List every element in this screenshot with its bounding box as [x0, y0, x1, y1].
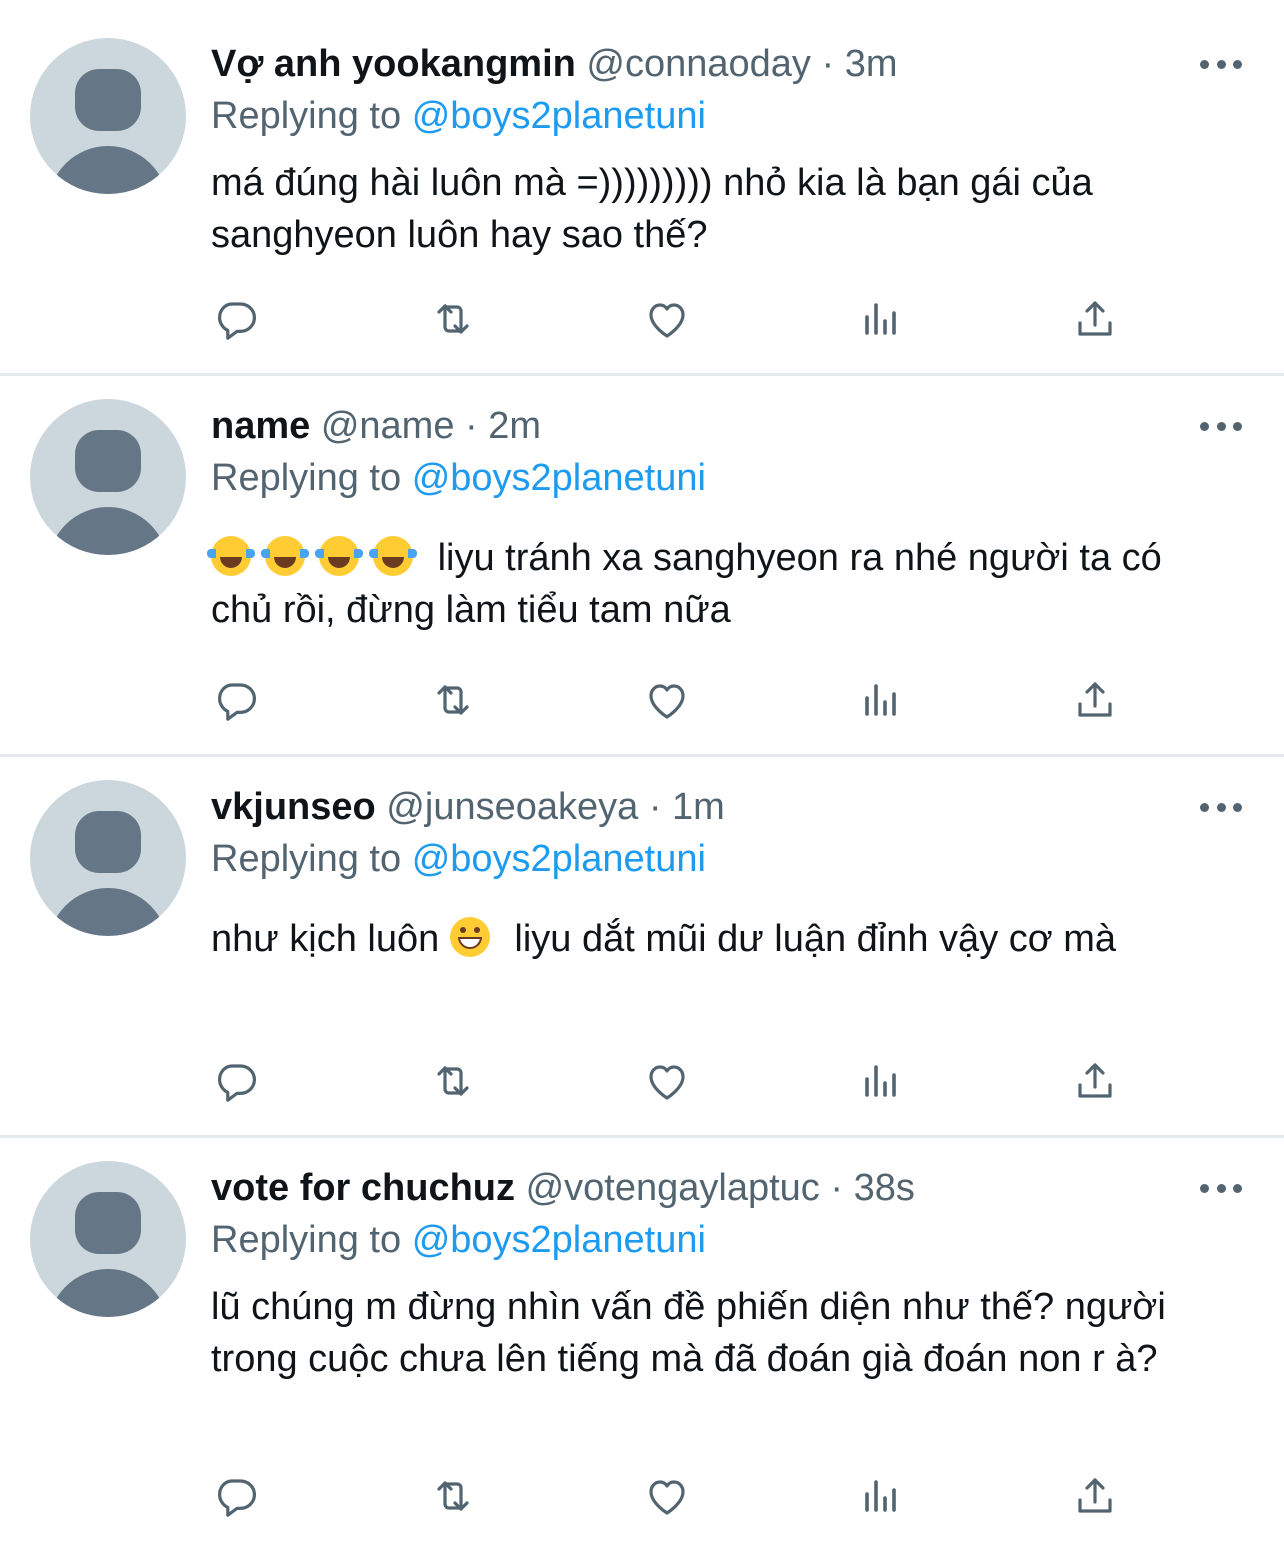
- share-icon[interactable]: [1067, 1468, 1123, 1524]
- tweet-header: Vợ anh yookangmin @connaoday · 3m: [211, 38, 1254, 90]
- tweet-text-part: liyu dắt mũi dư luận đỉnh vậy cơ mà: [514, 918, 1117, 960]
- tweet-header: name @name · 2m: [211, 400, 1254, 452]
- mention-link[interactable]: @boys2planetuni: [412, 838, 706, 880]
- like-icon[interactable]: [639, 1468, 695, 1524]
- more-icon[interactable]: [1200, 58, 1242, 70]
- face-with-tears-of-joy-icon: [315, 536, 363, 576]
- display-name[interactable]: Vợ anh yookangmin: [211, 43, 576, 85]
- timestamp[interactable]: 2m: [488, 405, 541, 447]
- avatar-head: [75, 1192, 141, 1254]
- avatar-head: [75, 430, 141, 492]
- replying-to-label: Replying to: [211, 838, 402, 880]
- face-with-tears-of-joy-icon: [207, 536, 255, 576]
- separator-dot: ·: [648, 786, 662, 828]
- timestamp[interactable]: 38s: [854, 1167, 915, 1209]
- reply-tweet[interactable]: Vợ anh yookangmin @connaoday · 3m Replyi…: [0, 0, 1284, 376]
- face-with-tears-of-joy-icon: [369, 536, 417, 576]
- share-icon[interactable]: [1067, 672, 1123, 728]
- replying-to-label: Replying to: [211, 95, 402, 137]
- action-bar: [211, 672, 1121, 728]
- grinning-face-icon: [449, 917, 490, 957]
- timestamp[interactable]: 1m: [672, 786, 725, 828]
- face-with-tears-of-joy-icon: [261, 536, 309, 576]
- reply-tweet[interactable]: vote for chuchuz @votengaylaptuc · 38s R…: [0, 1138, 1284, 1542]
- replying-to-line: Replying to @boys2planetuni: [211, 452, 1254, 504]
- tweet-text-part: má đúng hài luôn mà =))))))))) nhỏ kia l…: [211, 162, 1093, 256]
- tweet-text: má đúng hài luôn mà =))))))))) nhỏ kia l…: [211, 157, 1231, 261]
- replying-to-label: Replying to: [211, 457, 402, 499]
- user-handle[interactable]: @votengaylaptuc: [526, 1167, 820, 1209]
- avatar-body: [48, 146, 168, 194]
- replying-to-line: Replying to @boys2planetuni: [211, 833, 1254, 885]
- tweet-header: vkjunseo @junseoakeya · 1m: [211, 781, 1254, 833]
- views-icon[interactable]: [853, 1053, 909, 1109]
- tweet-text-part: như kịch luôn: [211, 918, 440, 960]
- tweet-content: vote for chuchuz @votengaylaptuc · 38s R…: [211, 1162, 1254, 1385]
- display-name[interactable]: vkjunseo: [211, 786, 376, 828]
- like-icon[interactable]: [639, 291, 695, 347]
- mention-link[interactable]: @boys2planetuni: [412, 457, 706, 499]
- retweet-icon[interactable]: [425, 1053, 481, 1109]
- reply-icon[interactable]: [209, 672, 265, 728]
- separator-dot: ·: [465, 405, 478, 447]
- reply-icon[interactable]: [209, 291, 265, 347]
- like-icon[interactable]: [639, 1053, 695, 1109]
- replying-to-label: Replying to: [211, 1219, 402, 1261]
- avatar-body: [48, 507, 168, 555]
- replying-to-line: Replying to @boys2planetuni: [211, 90, 1254, 142]
- share-icon[interactable]: [1067, 1053, 1123, 1109]
- default-avatar-icon[interactable]: [30, 38, 186, 194]
- action-bar: [211, 1053, 1121, 1109]
- tweet-text-part: lũ chúng m đừng nhìn vấn đề phiến diện n…: [211, 1286, 1166, 1380]
- like-icon[interactable]: [639, 672, 695, 728]
- reply-icon[interactable]: [209, 1053, 265, 1109]
- display-name[interactable]: name: [211, 405, 310, 447]
- replying-to-line: Replying to @boys2planetuni: [211, 1214, 1254, 1266]
- tweet-header: vote for chuchuz @votengaylaptuc · 38s: [211, 1162, 1254, 1214]
- tweet-content: vkjunseo @junseoakeya · 1m Replying to @…: [211, 781, 1254, 965]
- more-icon[interactable]: [1200, 1182, 1242, 1194]
- tweet-text: liyu tránh xa sanghyeon ra nhé người ta …: [207, 532, 1231, 636]
- tweet-content: name @name · 2m Replying to @boys2planet…: [207, 400, 1254, 636]
- default-avatar-icon[interactable]: [30, 399, 186, 555]
- default-avatar-icon[interactable]: [30, 780, 186, 936]
- more-icon[interactable]: [1200, 801, 1242, 813]
- separator-dot: ·: [830, 1167, 844, 1209]
- default-avatar-icon[interactable]: [30, 1161, 186, 1317]
- tweet-content: Vợ anh yookangmin @connaoday · 3m Replyi…: [211, 38, 1254, 261]
- avatar-body: [48, 888, 168, 936]
- reply-feed: Vợ anh yookangmin @connaoday · 3m Replyi…: [0, 0, 1284, 1542]
- views-icon[interactable]: [853, 672, 909, 728]
- action-bar: [211, 291, 1121, 347]
- retweet-icon[interactable]: [425, 672, 481, 728]
- user-handle[interactable]: @junseoakeya: [386, 786, 638, 828]
- views-icon[interactable]: [853, 1468, 909, 1524]
- reply-tweet[interactable]: vkjunseo @junseoakeya · 1m Replying to @…: [0, 757, 1284, 1138]
- avatar-head: [75, 811, 141, 873]
- mention-link[interactable]: @boys2planetuni: [412, 1219, 706, 1261]
- display-name[interactable]: vote for chuchuz: [211, 1167, 515, 1209]
- timestamp[interactable]: 3m: [845, 43, 898, 85]
- avatar-head: [75, 69, 141, 131]
- retweet-icon[interactable]: [425, 1468, 481, 1524]
- views-icon[interactable]: [853, 291, 909, 347]
- reply-icon[interactable]: [209, 1468, 265, 1524]
- separator-dot: ·: [821, 43, 835, 85]
- action-bar: [211, 1468, 1121, 1524]
- reply-tweet[interactable]: name @name · 2m Replying to @boys2planet…: [0, 376, 1284, 757]
- retweet-icon[interactable]: [425, 291, 481, 347]
- tweet-text: lũ chúng m đừng nhìn vấn đề phiến diện n…: [211, 1281, 1231, 1385]
- avatar-body: [48, 1269, 168, 1317]
- tweet-text: như kịch luôn liyu dắt mũi dư luận đỉnh …: [211, 913, 1231, 965]
- mention-link[interactable]: @boys2planetuni: [412, 95, 706, 137]
- user-handle[interactable]: @connaoday: [586, 43, 811, 85]
- more-icon[interactable]: [1200, 420, 1242, 432]
- user-handle[interactable]: @name: [321, 405, 455, 447]
- share-icon[interactable]: [1067, 291, 1123, 347]
